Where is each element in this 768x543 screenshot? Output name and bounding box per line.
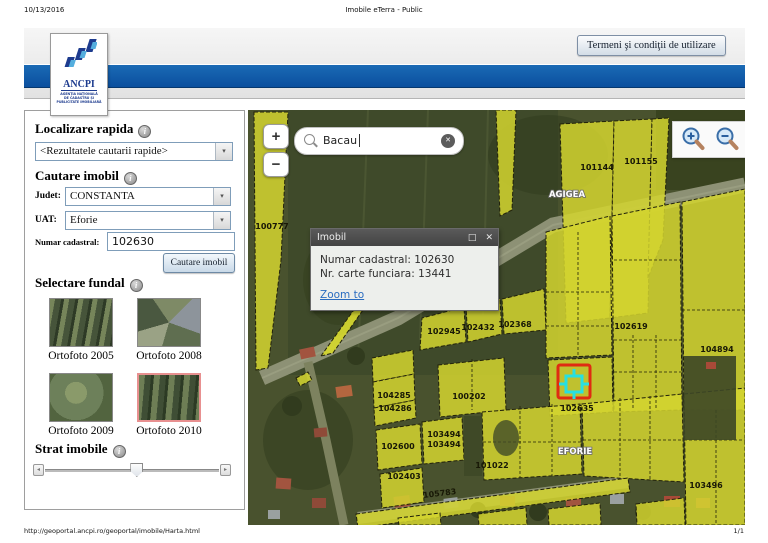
uat-select[interactable]: Eforie ▾ xyxy=(65,211,231,230)
place-label: EFORIE xyxy=(558,447,593,457)
map-area[interactable]: 100777 101144 101155 102945102432 102368 1026… xyxy=(248,110,745,525)
map-search-box[interactable]: Bacau ✕ xyxy=(294,127,464,155)
info-icon[interactable]: i xyxy=(113,445,126,458)
imobil-popup-body: Numar cadastral: 102630 Nr. carte funcia… xyxy=(311,246,498,310)
print-footer: http://geoportal.ancpi.ro/geoportal/imob… xyxy=(24,527,744,537)
terms-button[interactable]: Termeni şi condiţii de utilizare xyxy=(577,35,726,56)
sidebar: Localizare rapidai <Rezultatele cautarii… xyxy=(24,110,245,510)
slider-right-arrow-icon[interactable]: ▸ xyxy=(220,464,231,476)
magnifier-zoom-in-icon[interactable] xyxy=(681,126,707,153)
quick-locate-select[interactable]: <Rezultatele cautarii rapide> ▾ xyxy=(35,142,233,161)
basemap-caption: Ortofoto 2009 xyxy=(44,425,118,437)
imobil-popup-titlebar[interactable]: Imobil □ ✕ xyxy=(311,229,498,246)
judet-select[interactable]: CONSTANTA ▾ xyxy=(65,187,231,206)
footer-page-number: 1/1 xyxy=(734,527,744,535)
clear-search-icon[interactable]: ✕ xyxy=(441,134,455,148)
map-magnifier-toolbar xyxy=(672,121,745,158)
basemap-ortofoto-2005[interactable] xyxy=(49,298,113,347)
parcel-label: 102619 xyxy=(614,322,648,331)
map-zoom-controls: + − xyxy=(263,124,289,180)
basemap-ortofoto-2009[interactable] xyxy=(49,373,113,422)
popup-land-book-number: Nr. carte funciara: 13441 xyxy=(320,267,489,281)
parcel-label: 101144 xyxy=(580,163,614,172)
imobil-popup: Imobil □ ✕ Numar cadastral: 102630 Nr. c… xyxy=(310,228,499,311)
strat-imobile-slider[interactable]: ◂ ▸ xyxy=(33,463,231,477)
info-icon[interactable]: i xyxy=(124,172,137,185)
parcel-label: 102403 xyxy=(387,472,420,481)
map-canvas[interactable]: 100777 101144 101155 102945102432 102368 1026… xyxy=(248,110,745,525)
chevron-down-icon[interactable]: ▾ xyxy=(215,143,232,160)
close-icon[interactable]: ✕ xyxy=(485,233,493,243)
parcel-label: 104285 xyxy=(377,391,411,400)
ancpi-logo-subtitle: AGENŢIA NAŢIONALĂ DE CADASTRU ŞI PUBLICI… xyxy=(51,92,107,104)
basemap-ortofoto-2010[interactable] xyxy=(137,373,201,422)
basemap-caption: Ortofoto 2005 xyxy=(44,350,118,362)
layer-heading: Strat imobilei xyxy=(35,441,126,458)
parcel-label: 102432 xyxy=(461,323,494,332)
parcel-label: 102635 xyxy=(560,404,594,413)
basemap-caption: Ortofoto 2010 xyxy=(132,425,206,437)
quick-locate-heading: Localizare rapidai xyxy=(35,121,151,138)
basemap-heading: Selectare fundali xyxy=(35,275,143,292)
header-blue-stripe xyxy=(24,64,745,88)
print-title: Imobile eTerra - Public xyxy=(24,6,744,14)
parcel-label: 101155 xyxy=(624,157,658,166)
judet-label: Judet: xyxy=(35,191,61,201)
map-zoom-in-button[interactable]: + xyxy=(263,124,289,149)
footer-url: http://geoportal.ancpi.ro/geoportal/imob… xyxy=(24,527,200,535)
parcel-label: 102945 xyxy=(427,327,461,336)
cadastral-input[interactable]: 102630 xyxy=(107,232,235,251)
parcel-label: 101022 xyxy=(475,461,508,470)
parcel-label: 103494 xyxy=(427,430,461,439)
parcel-label: 103496 xyxy=(689,481,723,490)
zoom-to-link[interactable]: Zoom to xyxy=(320,288,364,302)
search-imobil-heading: Cautare imobili xyxy=(35,168,137,185)
search-icon xyxy=(304,134,315,145)
parcel-label: 102368 xyxy=(498,320,532,329)
uat-label: UAT: xyxy=(35,215,57,225)
popup-cadastral-number: Numar cadastral: 102630 xyxy=(320,253,489,267)
parcel-label: 104894 xyxy=(700,345,734,354)
place-label: AGIGEA xyxy=(549,190,586,200)
parcel-label: 100202 xyxy=(452,392,485,401)
print-header: 10/13/2016 Imobile eTerra - Public xyxy=(24,6,744,18)
strat-imobile-slider-handle[interactable] xyxy=(130,463,143,477)
ancpi-logo-title: ANCPI xyxy=(61,80,97,91)
parcel-label: 104286 xyxy=(378,404,412,413)
info-icon[interactable]: i xyxy=(130,279,143,292)
magnifier-zoom-out-icon[interactable] xyxy=(715,126,741,153)
basemap-caption: Ortofoto 2008 xyxy=(132,350,206,362)
map-search-input[interactable]: Bacau xyxy=(323,134,357,147)
chevron-down-icon[interactable]: ▾ xyxy=(213,188,230,205)
ancpi-logo-icon xyxy=(61,38,97,68)
page: 10/13/2016 Imobile eTerra - Public ANCPI… xyxy=(0,0,768,543)
ancpi-logo: ANCPI AGENŢIA NAŢIONALĂ DE CADASTRU ŞI P… xyxy=(50,33,108,116)
parcel-label: 102600 xyxy=(381,442,415,451)
map-zoom-out-button[interactable]: − xyxy=(263,152,289,177)
text-caret xyxy=(359,134,360,147)
maximize-icon[interactable]: □ xyxy=(468,233,477,243)
chevron-down-icon[interactable]: ▾ xyxy=(213,212,230,229)
parcel-label: 100777 xyxy=(255,222,288,231)
parcel-label: 103494 xyxy=(427,440,461,449)
basemap-ortofoto-2008[interactable] xyxy=(137,298,201,347)
cautare-imobil-button[interactable]: Cautare imobil xyxy=(163,253,235,273)
slider-left-arrow-icon[interactable]: ◂ xyxy=(33,464,44,476)
cadastral-label: Numar cadastral: xyxy=(35,237,99,247)
info-icon[interactable]: i xyxy=(138,125,151,138)
imobil-popup-title: Imobil xyxy=(317,232,346,243)
